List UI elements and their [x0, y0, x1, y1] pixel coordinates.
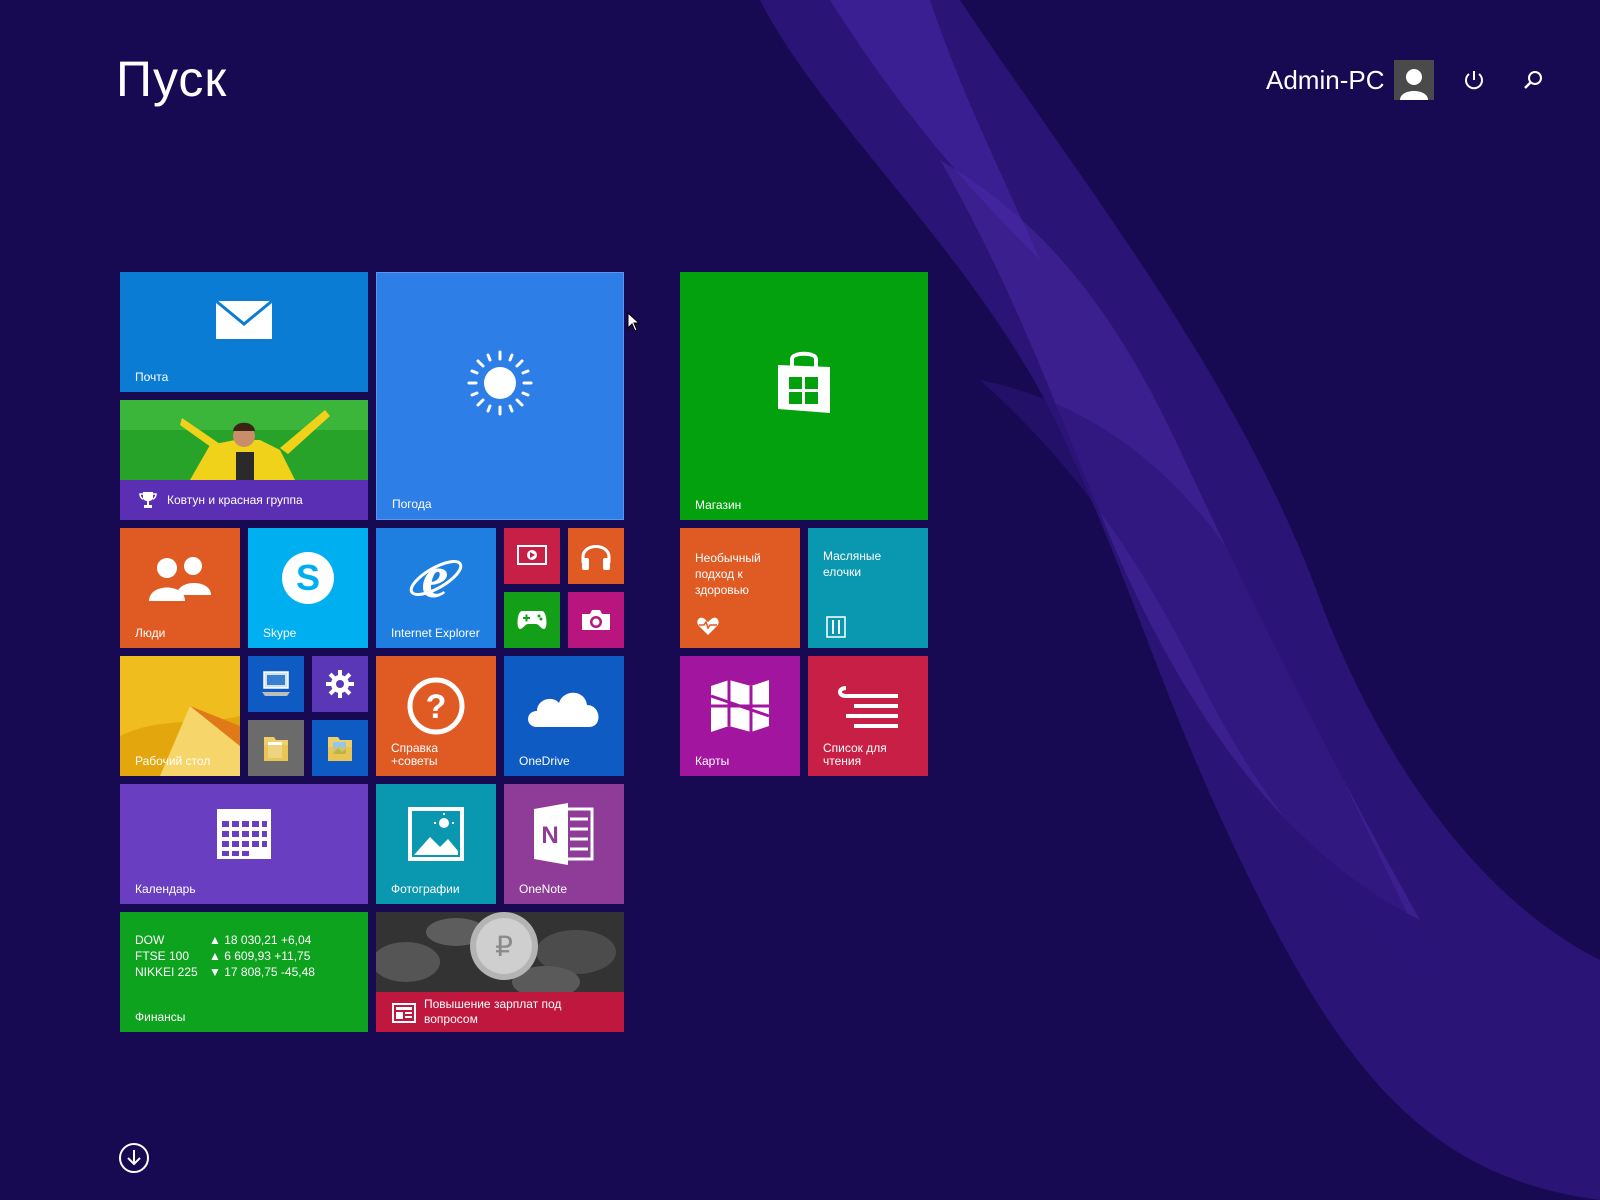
onenote-icon: N — [504, 784, 624, 884]
svg-text:?: ? — [426, 688, 447, 726]
tile-desktop[interactable]: Рабочий стол — [120, 656, 240, 776]
tile-photos[interactable]: Фотографии — [376, 784, 496, 904]
svg-text:N: N — [541, 822, 558, 849]
tile-text: Масляные елочки — [823, 549, 882, 579]
gamepad-icon — [504, 592, 560, 648]
avatar — [1394, 60, 1435, 100]
power-icon — [1465, 71, 1483, 90]
tile-skype[interactable]: S Skype — [248, 528, 368, 648]
tile-onenote[interactable]: N OneNote — [504, 784, 624, 904]
tile-weather[interactable]: Погода — [376, 272, 624, 520]
tile-games[interactable] — [504, 592, 560, 648]
ticker-name: NIKKEI 225 — [135, 965, 198, 979]
tile-finance[interactable]: DOW ▲ 18 030,21 +6,04 FTSE 100 ▲ 6 609,93 … — [120, 912, 368, 1032]
tile-label: Почта — [135, 370, 169, 384]
user-name: Admin-PC — [1266, 64, 1385, 95]
ticker-name: FTSE 100 — [135, 949, 190, 963]
tile-label: Финансы — [135, 1010, 186, 1024]
tile-this-pc[interactable] — [248, 656, 304, 712]
tile-video[interactable] — [504, 528, 560, 584]
tile-reading-list[interactable]: Список для чтения — [808, 656, 928, 776]
photo-icon — [376, 784, 496, 884]
folder-pictures-icon — [312, 720, 368, 776]
user-account[interactable]: Admin-PC — [1266, 58, 1435, 102]
sport-image — [120, 400, 368, 480]
mail-icon — [120, 272, 368, 367]
newspaper-icon — [392, 1003, 416, 1023]
all-apps-button[interactable] — [119, 1143, 149, 1173]
fork-knife-icon — [826, 616, 846, 638]
ticker-value: ▲ 18 030,21 +6,04 — [209, 933, 312, 947]
tile-label: OneDrive — [519, 754, 570, 768]
tile-internet-explorer[interactable]: e Internet Explorer — [376, 528, 496, 648]
news-caption-bar: Повышение зарплат под вопросом — [376, 992, 624, 1032]
tile-help[interactable]: ? Справка +советы — [376, 656, 496, 776]
tile-label: Люди — [135, 626, 166, 640]
calendar-icon — [120, 784, 368, 884]
search-icon — [1524, 71, 1542, 89]
tile-store[interactable]: Магазин — [680, 272, 928, 520]
heart-pulse-icon — [697, 617, 719, 635]
finance-ticker: DOW ▲ 18 030,21 +6,04 FTSE 100 ▲ 6 609,93 … — [135, 932, 315, 980]
tile-onedrive[interactable]: OneDrive — [504, 656, 624, 776]
tile-label: Карты — [695, 754, 730, 768]
video-icon — [504, 528, 560, 584]
arrow-down-circle-icon — [127, 1150, 141, 1166]
skype-icon: S — [248, 528, 368, 628]
svg-text:S: S — [296, 557, 320, 598]
computer-icon — [248, 656, 304, 712]
power-button[interactable] — [1456, 62, 1492, 98]
ticker-value: ▼ 17 808,75 -45,48 — [209, 965, 315, 979]
tile-text: Необычный подход к здоровью — [695, 551, 761, 597]
gear-icon — [312, 656, 368, 712]
tile-documents[interactable] — [248, 720, 304, 776]
tile-label: Повышение зарплат под вопросом — [424, 997, 562, 1026]
tile-people[interactable]: Люди — [120, 528, 240, 648]
store-bag-icon — [680, 272, 928, 492]
start-title: Пуск — [116, 51, 228, 107]
sun-icon — [377, 273, 623, 493]
tile-food[interactable]: Масляные елочки — [808, 528, 928, 648]
sport-caption-bar: Ковтун и красная группа — [120, 480, 368, 520]
news-image: ₽ — [376, 912, 624, 992]
tile-pictures-folder[interactable] — [312, 720, 368, 776]
tile-sport[interactable]: Ковтун и красная группа — [120, 400, 368, 520]
mouse-cursor-icon — [627, 312, 641, 332]
tile-settings[interactable] — [312, 656, 368, 712]
tile-label: Фотографии — [391, 882, 460, 896]
tile-label: Список для чтения — [823, 741, 887, 768]
tile-label: Погода — [392, 497, 432, 511]
tile-mail[interactable]: Почта — [120, 272, 368, 392]
tile-camera[interactable] — [568, 592, 624, 648]
tile-label: Магазин — [695, 498, 742, 512]
search-button[interactable] — [1515, 62, 1551, 98]
ticker-value: ▲ 6 609,93 +11,75 — [209, 949, 311, 963]
camera-icon — [568, 592, 624, 648]
tile-calendar[interactable]: Календарь — [120, 784, 368, 904]
tile-label: OneNote — [519, 882, 568, 896]
tile-label: Справка +советы — [391, 741, 439, 768]
tile-maps[interactable]: Карты — [680, 656, 800, 776]
tile-label: Рабочий стол — [135, 754, 211, 768]
people-icon — [120, 528, 240, 628]
ticker-name: DOW — [135, 933, 165, 947]
folder-documents-icon — [248, 720, 304, 776]
tile-label: Календарь — [135, 882, 196, 896]
cloud-icon — [504, 656, 624, 756]
headphones-icon — [568, 528, 624, 584]
tile-label: Internet Explorer — [391, 626, 480, 640]
svg-text:₽: ₽ — [495, 932, 513, 963]
tile-label: Ковтун и красная группа — [167, 493, 303, 507]
tile-label: Skype — [263, 626, 297, 640]
tile-health[interactable]: Необычный подход к здоровью — [680, 528, 800, 648]
svg-text:e: e — [422, 547, 449, 609]
tile-music[interactable] — [568, 528, 624, 584]
map-icon — [680, 656, 800, 756]
trophy-icon — [139, 492, 157, 508]
tile-news[interactable]: ₽ Повышение зарплат под вопросом — [376, 912, 624, 1032]
internet-explorer-icon: e — [376, 528, 496, 628]
